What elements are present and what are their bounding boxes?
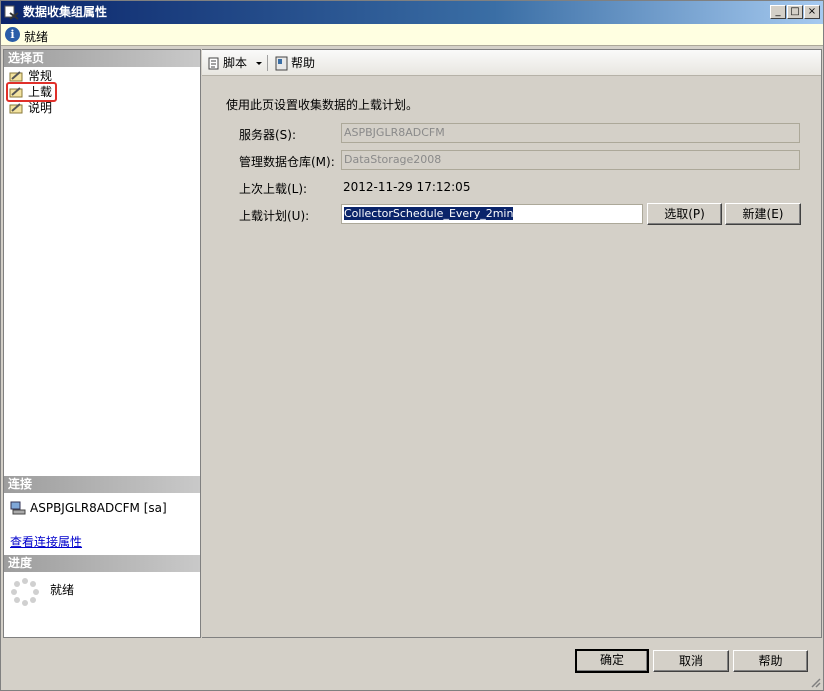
select-page-header: 选择页 [4,50,200,67]
wrench-page-icon [9,71,23,82]
script-label: 脚本 [223,56,248,70]
status-text: 就绪 [24,30,49,44]
page-upload[interactable]: 上载 [6,82,58,102]
last-upload-value: 2012-11-29 17:12:05 [343,180,471,194]
minimize-button[interactable]: _ [770,5,786,19]
ok-button[interactable]: 确定 [575,649,649,673]
page-description-label: 说明 [28,101,53,115]
view-connection-properties-link[interactable]: 查看连接属性 [10,533,82,550]
page-description-text: 使用此页设置收集数据的上载计划。 [226,98,419,112]
warehouse-field: DataStorage2008 [341,150,800,170]
help-toolbar-button[interactable]: 帮助 [272,54,315,72]
maximize-button[interactable]: □ [787,5,803,19]
connection-text: ASPBJGLR8ADCFM [sa] [30,501,167,515]
help-toolbar-label: 帮助 [291,56,316,70]
close-button[interactable]: × [804,5,820,19]
script-button[interactable]: 脚本 [204,54,247,72]
window-title: 数据收集组属性 [23,5,108,19]
connection-header: 连接 [4,476,200,493]
schedule-field[interactable]: CollectorSchedule_Every_2min [341,204,643,224]
status-bar: i 就绪 [1,24,823,46]
pick-button[interactable]: 选取(P) [647,203,722,225]
warehouse-label: 管理数据仓库(M): [239,155,335,169]
resize-grip-icon[interactable] [809,676,821,688]
last-upload-label: 上次上载(L): [239,182,308,196]
wrench-page-icon [9,103,23,114]
title-bar[interactable]: 数据收集组属性 _ □ × [1,1,823,24]
toolbar: 脚本 帮助 [202,50,821,76]
dialog-footer: 确定 取消 帮助 [1,638,823,690]
schedule-label: 上载计划(U): [239,209,310,223]
toolbar-separator [267,55,268,71]
cancel-button[interactable]: 取消 [653,650,729,672]
server-icon [10,501,26,515]
progress-status: 就绪 [50,583,75,597]
progress-spinner-icon [11,578,39,606]
script-icon [208,57,219,70]
page-description[interactable]: 说明 [8,100,52,116]
server-label: 服务器(S): [239,128,297,142]
help-button[interactable]: 帮助 [733,650,808,672]
schedule-value: CollectorSchedule_Every_2min [344,207,514,220]
wrench-page-icon [9,87,23,98]
content-pane: 脚本 帮助 使用此页设置收集数据的上载计划。 服务器(S): ASPBJGLR8… [202,49,822,638]
page-upload-label: 上载 [28,85,53,99]
help-book-icon [275,56,288,71]
server-field: ASPBJGLR8ADCFM [341,123,800,143]
script-dropdown-icon[interactable] [256,62,262,65]
info-icon: i [5,27,20,42]
connection-info: ASPBJGLR8ADCFM [sa] [10,500,167,516]
page-general-label: 常规 [28,69,53,83]
new-button[interactable]: 新建(E) [725,203,801,225]
progress-header: 进度 [4,555,200,572]
left-pane: 选择页 常规 上载 说明 连接 ASPBJGLR8ADCFM [sa] 查看连接… [3,49,201,638]
properties-dialog: 数据收集组属性 _ □ × i 就绪 选择页 常规 上载 说明 连接 ASPBJ… [0,0,824,691]
app-icon [4,5,19,20]
